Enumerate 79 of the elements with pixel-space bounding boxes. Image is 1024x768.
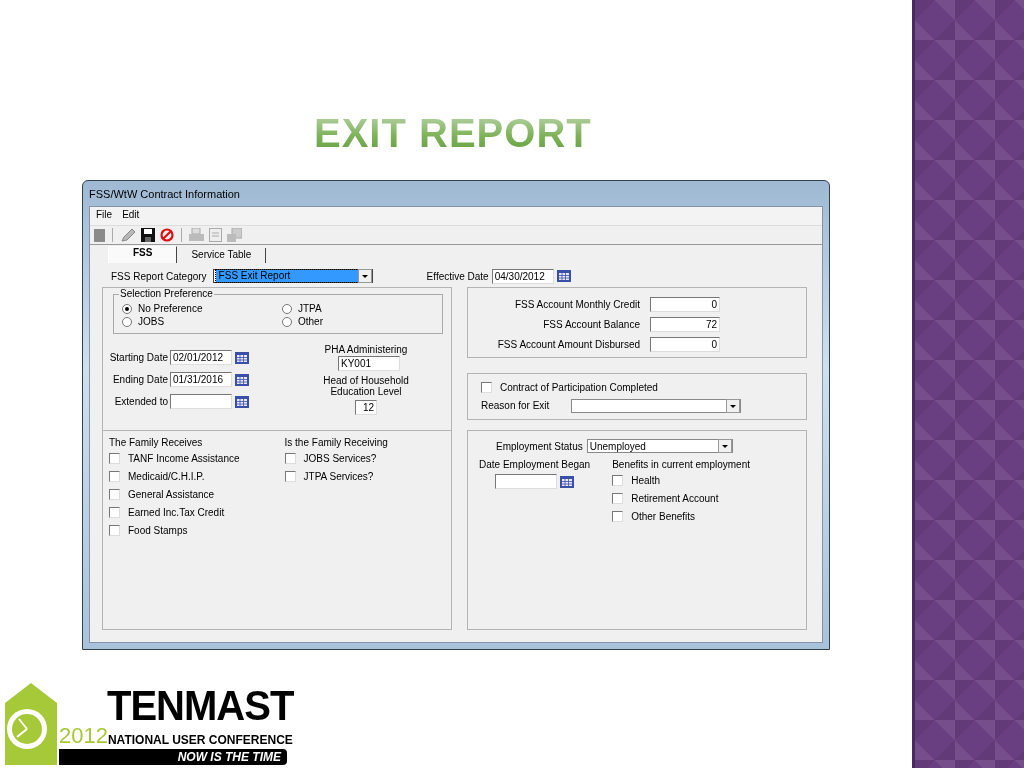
radio-button[interactable] (122, 303, 132, 314)
cancel-icon[interactable] (160, 228, 174, 242)
field-label: Reason for Exit (481, 400, 551, 411)
group-title: Selection Preference (119, 288, 214, 299)
date-field[interactable]: 02/01/2012 (170, 350, 232, 365)
logo-tagline: NOW IS THE TIME (59, 749, 287, 765)
menu-item[interactable]: File (96, 209, 113, 223)
checkbox-label: JTPA Services? (303, 471, 374, 482)
logo-subtitle: NATIONAL USER CONFERENCE (107, 733, 293, 747)
checkbox[interactable] (109, 453, 120, 464)
option-label: JTPA (298, 303, 322, 314)
checkbox[interactable] (109, 507, 120, 518)
field-label: FSS Account Amount Disbursed (497, 339, 640, 350)
section-label: Is the Family Receiving (284, 437, 388, 448)
tab[interactable]: FSS (108, 246, 178, 263)
menu-item[interactable]: Edit (122, 209, 140, 223)
number-field[interactable]: 12 (355, 400, 377, 415)
date-field[interactable]: 01/31/2016 (170, 372, 232, 387)
field-label: Employment Status (496, 440, 583, 452)
option-label: JOBS (138, 316, 165, 327)
checkbox[interactable] (109, 471, 120, 482)
checkbox[interactable] (612, 511, 624, 522)
radio-button[interactable] (122, 316, 132, 327)
field-label: Date Employment Began (479, 459, 591, 470)
field-label: Extended to (113, 396, 168, 407)
field-label: FSS Report Category (111, 270, 207, 282)
dropdown-arrow-icon[interactable] (357, 269, 372, 283)
logo-name: TENMAST (107, 684, 294, 726)
field-label: Head of Household Education Level (322, 375, 410, 397)
checkbox-label: Food Stamps (128, 525, 188, 536)
section-label: The Family Receives (109, 437, 204, 448)
save-icon[interactable] (141, 228, 155, 242)
square-icon[interactable] (94, 228, 105, 242)
checkbox-label: Health (631, 475, 661, 486)
date-field[interactable]: 04/30/2012 (491, 268, 554, 284)
radio-button[interactable] (282, 316, 292, 327)
field-label: FSS Account Balance (543, 319, 640, 330)
checkbox-label: Retirement Account (631, 493, 719, 504)
checkbox-label: Contract of Participation Completed (500, 382, 658, 393)
field-label: Starting Date (108, 352, 168, 363)
amount-field[interactable]: 0 (650, 337, 720, 352)
date-field[interactable] (495, 474, 558, 489)
field-label: Ending Date (111, 374, 168, 385)
checkbox-label: TANF Income Assistance (128, 453, 240, 464)
calendar-icon[interactable] (556, 270, 571, 282)
checkbox[interactable] (109, 489, 120, 500)
calendar-icon[interactable] (235, 351, 249, 364)
checkbox[interactable] (481, 382, 492, 393)
field-label: FSS Account Monthly Credit (514, 299, 640, 310)
calendar-icon[interactable] (235, 373, 249, 386)
section-label: Benefits in current employment (612, 459, 750, 470)
checkbox-label: Other Benefits (631, 511, 696, 522)
pencil-icon[interactable] (120, 228, 136, 242)
category-dropdown[interactable]: FSS Exit Report (212, 269, 373, 283)
amount-field[interactable]: 0 (650, 297, 720, 312)
checkbox[interactable] (284, 453, 296, 464)
logo-year: 2012 (59, 725, 108, 747)
field-label: Effective Date (426, 270, 489, 282)
field-label: PHA Administering (324, 344, 408, 355)
amount-field[interactable]: 72 (650, 317, 720, 332)
checkbox-label: General Assistance (128, 489, 215, 500)
option-label: Other (298, 316, 323, 327)
radio-button[interactable] (282, 303, 292, 314)
tab[interactable]: Service Table (177, 248, 267, 263)
option-label: No Preference (138, 303, 203, 314)
house-clock-icon (5, 683, 57, 765)
status-dropdown[interactable]: Unemployed (586, 439, 733, 453)
checkbox-label: Earned Inc.Tax Credit (128, 507, 225, 518)
checkbox[interactable] (109, 525, 120, 536)
checkbox[interactable] (612, 493, 624, 504)
calendar-icon[interactable] (560, 475, 575, 488)
calendar-icon[interactable] (235, 395, 249, 408)
checkbox[interactable] (284, 471, 296, 482)
text-field[interactable]: KY001 (338, 356, 400, 371)
checkbox-label: Medicaid/C.H.I.P. (128, 471, 205, 482)
checkbox[interactable] (612, 475, 624, 486)
checkbox-label: JOBS Services? (303, 453, 377, 464)
window-title: FSS/WtW Contract Information (89, 187, 240, 200)
date-field[interactable] (170, 394, 232, 409)
